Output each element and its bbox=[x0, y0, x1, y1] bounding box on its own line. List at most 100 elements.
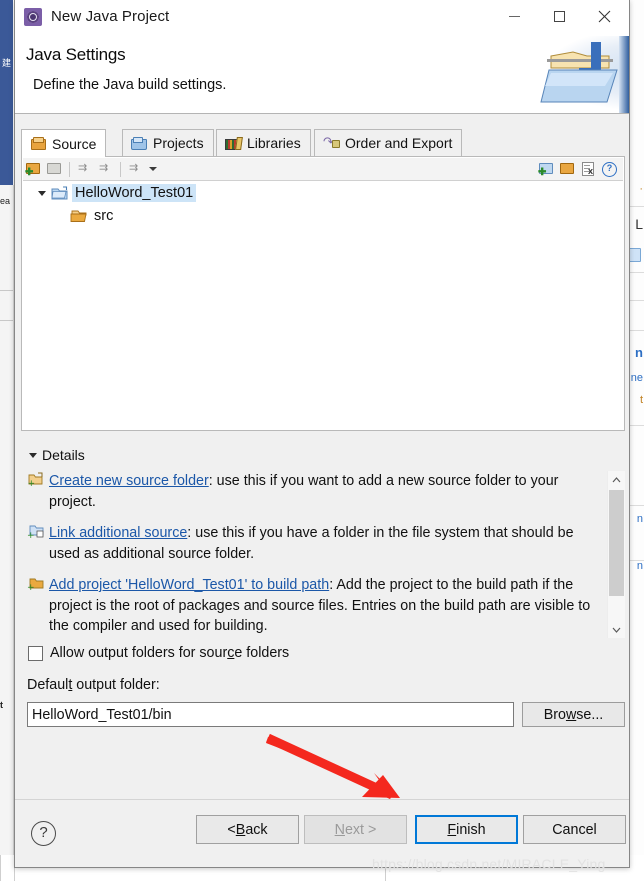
add-project-build-path-icon: + bbox=[27, 575, 49, 593]
tab-label: Projects bbox=[153, 135, 204, 151]
label-part: se... bbox=[576, 706, 604, 723]
label-part: Bro bbox=[543, 706, 566, 723]
close-button[interactable] bbox=[582, 0, 627, 32]
libraries-icon bbox=[225, 136, 242, 151]
details-scroll-pane: + Create new source folder: use this if … bbox=[27, 471, 605, 638]
link-additional-source-link[interactable]: Link additional source bbox=[49, 525, 187, 541]
tree-row[interactable]: HelloWord_Test01 bbox=[23, 181, 623, 204]
help-icon[interactable] bbox=[599, 159, 620, 179]
dialog-titlebar: New Java Project bbox=[15, 0, 629, 36]
background-left-word: t bbox=[0, 700, 3, 710]
minimize-button[interactable] bbox=[492, 0, 537, 32]
label-part: < bbox=[227, 821, 236, 838]
dialog-body: Source Projects Libraries Order and Expo… bbox=[15, 114, 629, 799]
label-part: Defaul bbox=[27, 677, 69, 693]
label-part: output folder: bbox=[72, 677, 160, 693]
default-output-folder-input[interactable] bbox=[27, 702, 514, 727]
add-source-folder-icon[interactable] bbox=[23, 159, 44, 179]
add-folder-icon[interactable] bbox=[557, 159, 578, 179]
scrollbar-thumb[interactable] bbox=[609, 490, 624, 596]
svg-text:+: + bbox=[27, 531, 35, 539]
label-part: e folders bbox=[234, 645, 290, 661]
close-icon bbox=[582, 0, 627, 32]
cancel-button[interactable]: Cancel bbox=[523, 815, 626, 844]
add-project-to-build-path-link[interactable]: Add project 'HelloWord_Test01' to build … bbox=[49, 577, 329, 593]
label-mnemonic: F bbox=[447, 821, 457, 838]
tab-projects[interactable]: Projects bbox=[122, 129, 214, 156]
add-inclusion-icon[interactable] bbox=[95, 159, 116, 179]
label-mnemonic: N bbox=[334, 821, 345, 838]
default-output-folder-row: Browse... bbox=[27, 702, 625, 727]
details-label: Details bbox=[42, 447, 85, 463]
details-section-header[interactable]: Details bbox=[27, 447, 85, 463]
label-part: inish bbox=[456, 821, 486, 838]
detail-text: Add project 'HelloWord_Test01' to build … bbox=[49, 575, 605, 637]
svg-text:+: + bbox=[28, 479, 36, 487]
details-scrollbar[interactable] bbox=[607, 471, 625, 638]
source-folders-tree[interactable]: HelloWord_Test01 src bbox=[23, 181, 623, 429]
background-divider bbox=[0, 320, 13, 321]
svg-text:+: + bbox=[27, 583, 35, 591]
background-text: ne bbox=[630, 372, 643, 384]
browse-button[interactable]: Bro w se... bbox=[522, 702, 625, 727]
maximize-button[interactable] bbox=[537, 0, 582, 32]
detail-item: + Add project 'HelloWord_Test01' to buil… bbox=[27, 575, 605, 637]
tab-source[interactable]: Source bbox=[21, 129, 107, 157]
page-title: Java Settings bbox=[26, 45, 126, 64]
dialog-title: New Java Project bbox=[51, 8, 170, 25]
source-folder-icon bbox=[70, 208, 88, 224]
java-folder-banner-icon bbox=[539, 36, 629, 113]
allow-output-folders-label: Allow output folders for source folders bbox=[50, 645, 289, 661]
order-export-icon bbox=[323, 134, 340, 151]
add-exclusion-icon[interactable] bbox=[74, 159, 95, 179]
source-tab-panel: HelloWord_Test01 src bbox=[21, 156, 625, 431]
scroll-down-icon[interactable] bbox=[608, 621, 625, 638]
scroll-up-icon[interactable] bbox=[608, 471, 625, 488]
chevron-down-icon[interactable] bbox=[146, 159, 160, 179]
minimize-icon bbox=[492, 0, 537, 32]
tab-label: Order and Export bbox=[345, 135, 453, 151]
remove-icon[interactable] bbox=[578, 159, 599, 179]
maximize-icon bbox=[537, 0, 582, 32]
source-folder-icon bbox=[30, 136, 47, 151]
link-source-icon[interactable] bbox=[536, 159, 557, 179]
label-part: ext > bbox=[344, 821, 377, 838]
background-text: n bbox=[635, 345, 643, 360]
background-left-rail-label: 建 bbox=[1, 58, 11, 68]
link-source-icon: + bbox=[27, 523, 49, 541]
default-output-folder-label: Default output folder: bbox=[27, 677, 160, 693]
finish-button[interactable]: Finish bbox=[415, 815, 518, 844]
background-divider bbox=[0, 855, 1, 881]
configure-output-icon[interactable] bbox=[125, 159, 146, 179]
dialog-footer: ? < Back Next > Finish Cancel bbox=[15, 799, 629, 867]
chevron-down-icon[interactable] bbox=[33, 181, 51, 204]
chevron-down-icon[interactable] bbox=[27, 448, 42, 462]
background-divider bbox=[0, 290, 13, 291]
tab-order-and-export[interactable]: Order and Export bbox=[314, 129, 463, 156]
allow-output-folders-checkbox-row[interactable]: Allow output folders for source folders bbox=[28, 645, 289, 661]
new-java-project-dialog: New Java Project Java Settings Define th… bbox=[14, 0, 630, 868]
java-project-wizard-icon bbox=[24, 8, 42, 26]
create-new-source-folder-link[interactable]: Create new source folder bbox=[49, 473, 209, 489]
next-button[interactable]: Next > bbox=[304, 815, 407, 844]
allow-output-folders-checkbox[interactable] bbox=[28, 645, 43, 661]
tab-label: Source bbox=[52, 135, 97, 152]
label-mnemonic: w bbox=[565, 706, 577, 723]
background-text: L bbox=[635, 216, 643, 232]
help-button[interactable]: ? bbox=[31, 821, 56, 846]
back-button[interactable]: < Back bbox=[196, 815, 299, 844]
background-text: t bbox=[639, 394, 643, 406]
create-source-folder-icon: + bbox=[27, 471, 49, 489]
project-folder-icon bbox=[51, 185, 69, 201]
detail-item: + Link additional source: use this if yo… bbox=[27, 523, 605, 564]
detail-text: Link additional source: use this if you … bbox=[49, 523, 605, 564]
tree-node-label: src bbox=[94, 207, 114, 224]
build-path-tabs: Source Projects Libraries Order and Expo… bbox=[21, 129, 625, 157]
toolbar-separator bbox=[69, 161, 70, 177]
edit-source-folder-icon[interactable] bbox=[44, 159, 65, 179]
tab-libraries[interactable]: Libraries bbox=[216, 129, 311, 156]
background-text: n bbox=[636, 560, 643, 572]
tree-row[interactable]: src bbox=[23, 204, 623, 227]
page-subtitle: Define the Java build settings. bbox=[33, 77, 227, 93]
background-left-word: ea bbox=[0, 196, 11, 206]
